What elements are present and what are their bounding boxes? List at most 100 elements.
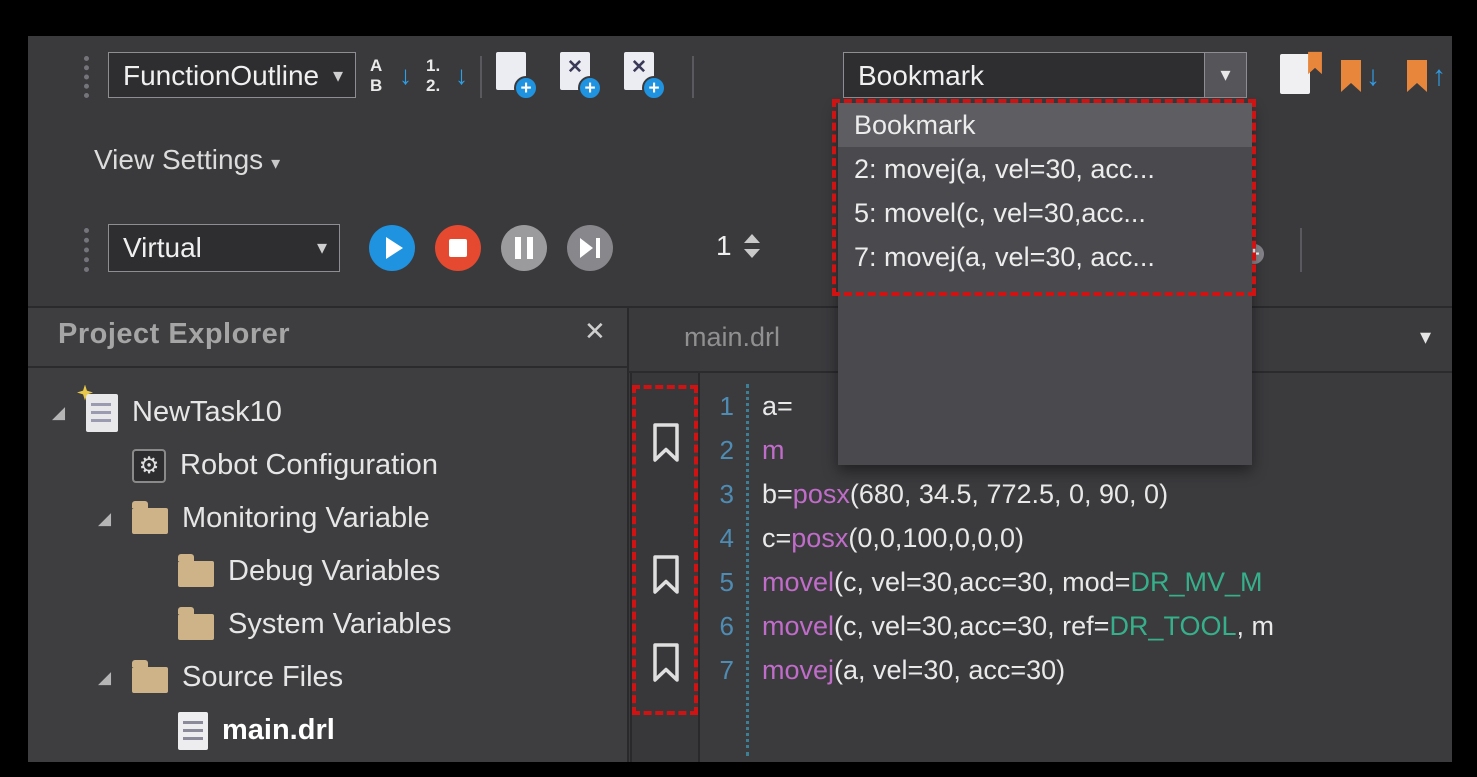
chevron-down-icon: ▾ xyxy=(317,235,327,260)
folder-icon xyxy=(178,614,214,640)
toggle-bookmark-button[interactable] xyxy=(1274,50,1326,102)
code-line-7[interactable]: 7movej(a, vel=30, acc=30) xyxy=(700,648,1452,692)
tree-item-monitoring-variable[interactable]: ◢ Monitoring Variable xyxy=(28,492,626,545)
bookmark-icon xyxy=(650,422,682,464)
function-outline-value: FunctionOutline xyxy=(123,60,319,92)
tree-item-system-variables[interactable]: System Variables xyxy=(28,598,626,651)
arrow-down-icon: ↓ xyxy=(1366,60,1380,92)
stop-button[interactable] xyxy=(435,225,481,271)
expander-icon[interactable]: ◢ xyxy=(52,403,86,423)
line-number: 3 xyxy=(700,479,742,510)
tree-item-label: Monitoring Variable xyxy=(182,502,430,535)
panel-title: Project Explorer xyxy=(58,318,290,351)
expander-icon[interactable]: ◢ xyxy=(98,668,132,688)
add-file-button-2[interactable]: ✕ + xyxy=(554,50,604,104)
sparkle-icon xyxy=(77,385,93,401)
line-number: 7 xyxy=(700,655,742,686)
sort-by-line-button[interactable]: 1. 2. ↓ xyxy=(422,54,474,100)
plus-badge-icon: + xyxy=(642,76,666,100)
dropdown-item[interactable]: Bookmark xyxy=(838,103,1252,147)
previous-bookmark-button[interactable]: ↑ xyxy=(1404,52,1452,100)
editor-tab-label: main.drl xyxy=(684,322,780,352)
folder-icon xyxy=(132,667,168,693)
dropdown-item[interactable]: 7: movej(a, vel=30, acc... xyxy=(838,235,1252,279)
dart-studio-window: FunctionOutline ▾ A B ↓ 1. 2. ↓ + ✕ + xyxy=(28,36,1452,762)
plus-badge-icon: + xyxy=(578,76,602,100)
code-text: movel(c, vel=30,acc=30, ref=DR_TOOL, m xyxy=(762,611,1274,642)
bookmark-margin-icon-line-2[interactable] xyxy=(650,422,682,469)
next-bookmark-button[interactable]: ↓ xyxy=(1338,52,1398,100)
task-icon xyxy=(86,394,118,432)
view-settings-menu[interactable]: View Settings ▾ xyxy=(94,144,280,176)
project-tree: ◢ NewTask10 ⚙Robot Configuration ◢ Monitorin… xyxy=(28,386,626,757)
tree-item-newtask10[interactable]: ◢ NewTask10 xyxy=(28,386,626,439)
screenshot-root: FunctionOutline ▾ A B ↓ 1. 2. ↓ + ✕ + xyxy=(0,0,1477,777)
tab-list-chevron-icon[interactable]: ▾ xyxy=(1420,324,1431,350)
x-mark-icon: ✕ xyxy=(567,56,583,79)
line-number: 5 xyxy=(700,567,742,598)
chevron-down-icon: ▾ xyxy=(333,63,343,88)
sort-alpha-letters: A B xyxy=(370,56,382,96)
tree-item-label: Source Files xyxy=(182,661,343,694)
bookmark-combo[interactable]: Bookmark ▾ xyxy=(843,52,1247,98)
toolbar-grip-icon[interactable] xyxy=(84,228,89,272)
bookmark-combo-dropdown-button[interactable]: ▾ xyxy=(1204,53,1246,97)
code-text: c=posx(0,0,100,0,0,0) xyxy=(762,523,1024,554)
code-line-5[interactable]: 5 movel(c, vel=30,acc=30, mod=DR_MV_M xyxy=(700,560,1452,604)
arrow-down-icon: ↓ xyxy=(399,60,412,91)
panel-header-divider xyxy=(28,366,628,368)
bookmark-margin-icon-line-7[interactable] xyxy=(650,642,682,689)
close-icon[interactable]: ✕ xyxy=(584,316,606,347)
code-line-3[interactable]: 3 b=posx(680, 34.5, 772.5, 0, 90, 0) xyxy=(700,472,1452,516)
sort-alphabetical-button[interactable]: A B ↓ xyxy=(366,54,418,100)
bookmark-icon xyxy=(650,554,682,596)
toolbar-separator xyxy=(480,56,482,98)
plus-badge-icon: + xyxy=(514,76,538,100)
function-outline-combo[interactable]: FunctionOutline ▾ xyxy=(108,52,356,98)
bookmark-gutter[interactable] xyxy=(630,372,700,762)
code-line-6[interactable]: 6movel(c, vel=30,acc=30, ref=DR_TOOL, m xyxy=(700,604,1452,648)
play-button[interactable] xyxy=(369,225,415,271)
pause-button[interactable] xyxy=(501,225,547,271)
gear-icon: ⚙ xyxy=(132,449,166,483)
folder-icon xyxy=(178,561,214,587)
tree-item-label: Debug Variables xyxy=(228,555,440,588)
run-count-value: 1 xyxy=(716,230,732,262)
expander-icon[interactable]: ◢ xyxy=(98,509,132,529)
toolbar-grip-icon[interactable] xyxy=(84,56,89,98)
code-line-4[interactable]: 4 c=posx(0,0,100,0,0,0) xyxy=(700,516,1452,560)
sort-letter-top: A xyxy=(370,56,382,76)
tree-item-debug-variables[interactable]: Debug Variables xyxy=(28,545,626,598)
line-number: 4 xyxy=(700,523,742,554)
run-count-stepper[interactable]: 1 xyxy=(716,230,760,262)
folder-icon xyxy=(132,508,168,534)
dropdown-item[interactable]: 5: movel(c, vel=30,acc... xyxy=(838,191,1252,235)
tree-item-label: NewTask10 xyxy=(132,396,282,429)
view-settings-label: View Settings xyxy=(94,144,263,175)
chevron-down-icon: ▾ xyxy=(271,153,280,173)
sort-letter-bottom: B xyxy=(370,76,382,96)
tree-item-main-drl[interactable]: main.drl xyxy=(28,704,626,757)
tree-item-label: System Variables xyxy=(228,608,452,641)
editor-tab-maindrl[interactable]: main.drl xyxy=(684,322,780,353)
bookmark-combo-value: Bookmark xyxy=(858,60,984,92)
sort-numeric-letters: 1. 2. xyxy=(426,56,440,96)
bookmark-icon xyxy=(1338,58,1364,94)
spinner-arrows-icon[interactable] xyxy=(744,234,760,258)
sort-number-top: 1. xyxy=(426,56,440,76)
arrow-down-icon: ↓ xyxy=(455,60,468,91)
bookmark-margin-icon-line-5[interactable] xyxy=(650,554,682,601)
step-button[interactable] xyxy=(567,225,613,271)
tree-item-source-files[interactable]: ◢ Source Files xyxy=(28,651,626,704)
code-text: movel(c, vel=30,acc=30, mod=DR_MV_M xyxy=(762,567,1262,598)
x-mark-icon: ✕ xyxy=(631,56,647,79)
bookmark-icon xyxy=(1306,50,1324,76)
bookmark-icon xyxy=(650,642,682,684)
toolbar-separator xyxy=(692,56,694,98)
run-mode-combo[interactable]: Virtual ▾ xyxy=(108,224,340,272)
tree-item-robot-configuration[interactable]: ⚙Robot Configuration xyxy=(28,439,626,492)
code-text: b=posx(680, 34.5, 772.5, 0, 90, 0) xyxy=(762,479,1168,510)
add-file-button-3[interactable]: ✕ + xyxy=(618,50,668,104)
add-file-button-1[interactable]: + xyxy=(490,50,540,104)
dropdown-item[interactable]: 2: movej(a, vel=30, acc... xyxy=(838,147,1252,191)
